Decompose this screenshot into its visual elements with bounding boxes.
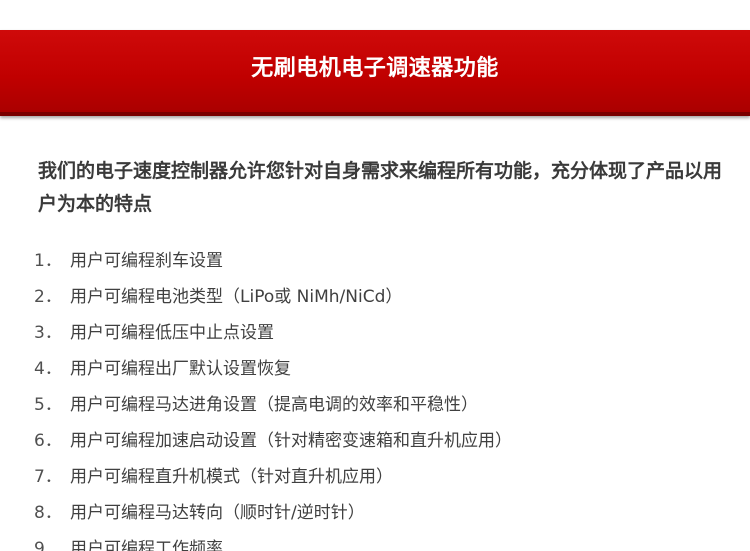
list-item-text: 用户可编程低压中止点设置 — [70, 322, 274, 343]
list-item-number: 1． — [34, 250, 62, 271]
list-item: 9． 用户可编程工作频率 — [34, 528, 734, 551]
list-item-text: 用户可编程电池类型（LiPo或 NiMh/NiCd） — [70, 286, 403, 307]
list-item-number: 7． — [34, 466, 62, 487]
list-item-text: 用户可编程出厂默认设置恢复 — [70, 358, 291, 379]
feature-list: 1． 用户可编程刹车设置 2． 用户可编程电池类型（LiPo或 NiMh/NiC… — [34, 240, 734, 551]
page: 无刷电机电子调速器功能 我们的电子速度控制器允许您针对自身需求来编程所有功能，充… — [0, 0, 750, 551]
list-item-text: 用户可编程工作频率 — [70, 538, 223, 551]
list-item: 7． 用户可编程直升机模式（针对直升机应用） — [34, 456, 734, 492]
list-item-number: 5． — [34, 394, 62, 415]
list-item: 5． 用户可编程马达进角设置（提高电调的效率和平稳性） — [34, 384, 734, 420]
list-item: 2． 用户可编程电池类型（LiPo或 NiMh/NiCd） — [34, 276, 734, 312]
list-item: 4． 用户可编程出厂默认设置恢复 — [34, 348, 734, 384]
list-item: 3． 用户可编程低压中止点设置 — [34, 312, 734, 348]
list-item-text: 用户可编程马达进角设置（提高电调的效率和平稳性） — [70, 394, 478, 415]
list-item-number: 6． — [34, 430, 62, 451]
list-item-number: 3． — [34, 322, 62, 343]
list-item-text: 用户可编程刹车设置 — [70, 250, 223, 271]
list-item: 6． 用户可编程加速启动设置（针对精密变速箱和直升机应用） — [34, 420, 734, 456]
intro-paragraph: 我们的电子速度控制器允许您针对自身需求来编程所有功能，充分体现了产品以用户为本的… — [38, 160, 723, 215]
list-item-text: 用户可编程直升机模式（针对直升机应用） — [70, 466, 393, 487]
list-item-text: 用户可编程加速启动设置（针对精密变速箱和直升机应用） — [70, 430, 512, 451]
page-title: 无刷电机电子调速器功能 — [251, 56, 499, 81]
list-item: 1． 用户可编程刹车设置 — [34, 240, 734, 276]
list-item-number: 2． — [34, 286, 62, 307]
list-item-text: 用户可编程马达转向（顺时针/逆时针） — [70, 502, 365, 523]
list-item-number: 4． — [34, 358, 62, 379]
list-item-number: 8． — [34, 502, 62, 523]
list-item: 8． 用户可编程马达转向（顺时针/逆时针） — [34, 492, 734, 528]
banner-shadow-strip — [0, 112, 750, 116]
list-item-number: 9． — [34, 538, 62, 551]
